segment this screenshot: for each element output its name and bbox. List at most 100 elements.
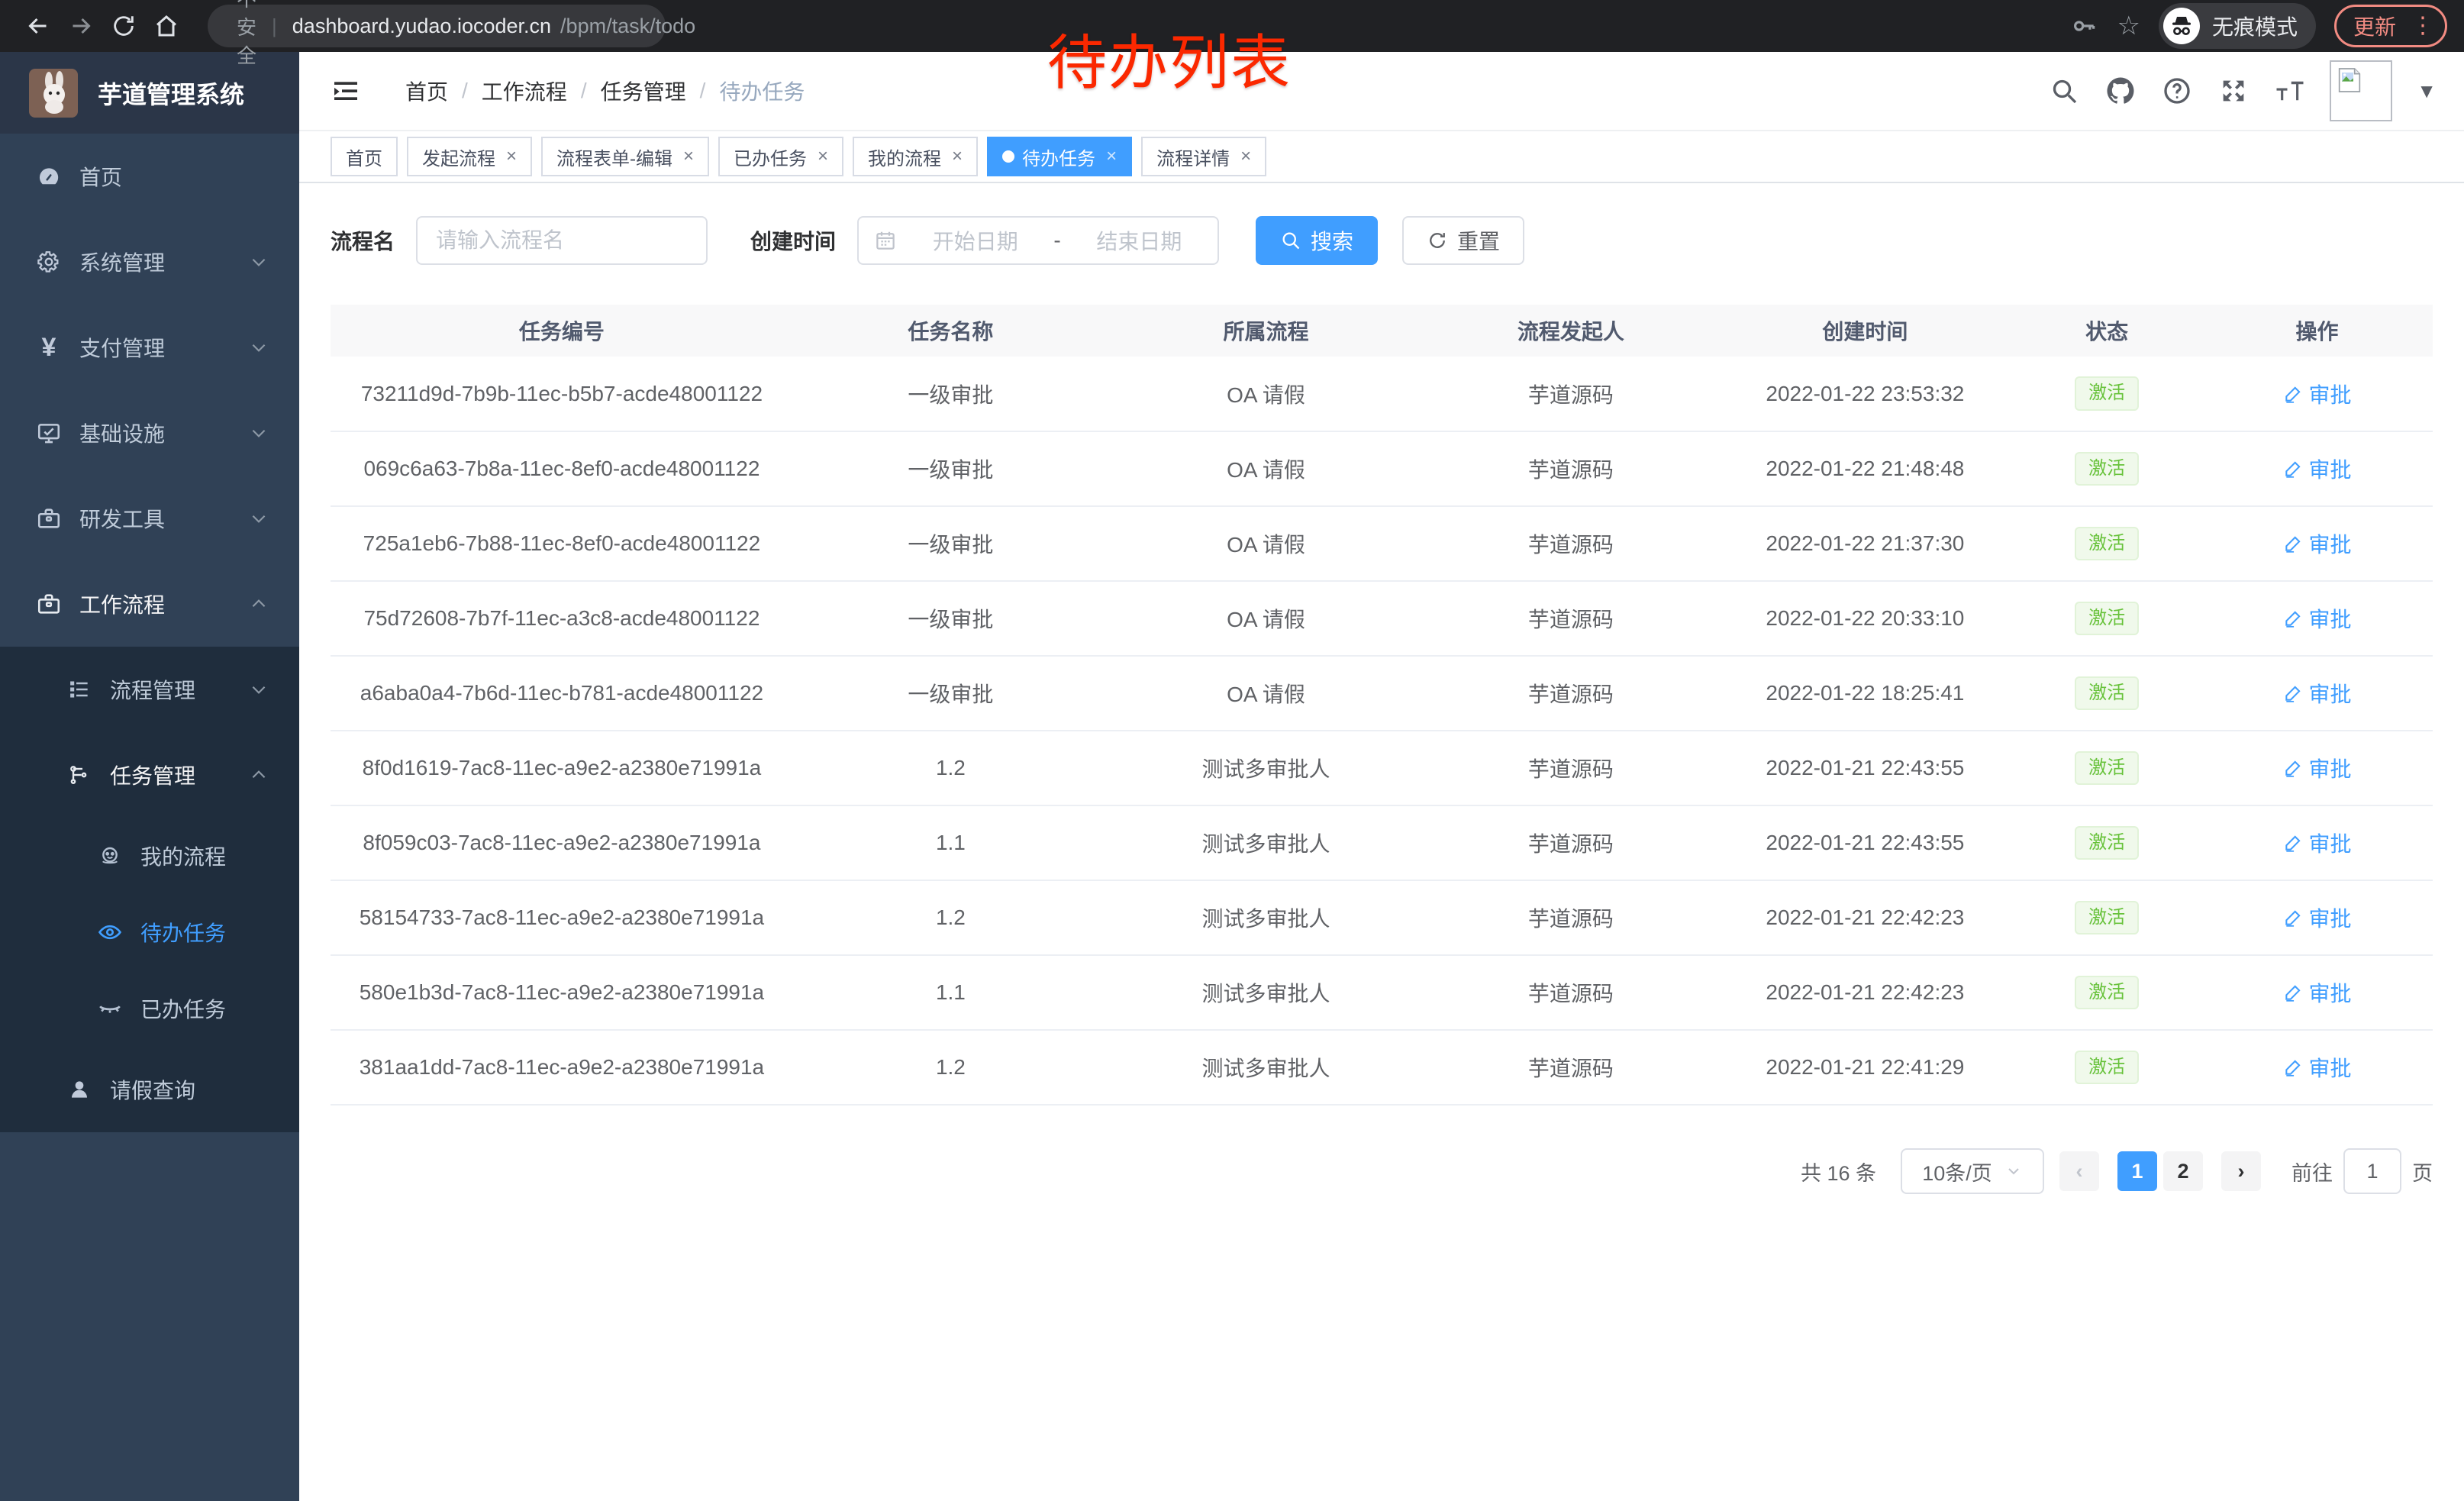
font-size-icon[interactable] (2273, 74, 2307, 108)
sidebar-item-payment[interactable]: ¥ 支付管理 (0, 305, 299, 390)
sidebar-item-home[interactable]: 首页 (0, 134, 299, 219)
avatar[interactable] (2330, 60, 2392, 121)
tab-已办任务[interactable]: 已办任务× (718, 137, 843, 176)
status-badge: 激活 (2075, 602, 2139, 636)
tab-label: 流程详情 (1156, 144, 1230, 170)
address-bar[interactable]: 不安全 | dashboard.yudao.iocoder.cn/bpm/tas… (208, 5, 666, 47)
tab-close-icon[interactable]: × (1106, 146, 1117, 167)
help-icon[interactable] (2160, 74, 2194, 108)
search-icon[interactable] (2047, 74, 2081, 108)
browser-update-button[interactable]: 更新 ⋮ (2334, 5, 2447, 47)
create-time-cell: 2022-01-21 22:43:55 (1718, 805, 2013, 880)
action-cell: 审批 (2201, 357, 2433, 431)
reset-button[interactable]: 重置 (1402, 216, 1524, 265)
approve-link[interactable]: 审批 (2283, 1052, 2352, 1083)
prev-page-button[interactable]: ‹ (2059, 1151, 2099, 1191)
action-cell: 审批 (2201, 731, 2433, 805)
chevron-down-icon (249, 679, 269, 699)
page-button-2[interactable]: 2 (2163, 1151, 2203, 1191)
tab-我的流程[interactable]: 我的流程× (853, 137, 978, 176)
password-key-icon[interactable] (2069, 11, 2098, 40)
process-name-input[interactable] (416, 216, 708, 265)
tab-发起流程[interactable]: 发起流程× (407, 137, 532, 176)
tab-首页[interactable]: 首页 (331, 137, 398, 176)
app-logo (29, 69, 78, 118)
sidebar-item-todo-tasks[interactable]: 待办任务 (0, 894, 299, 970)
action-cell: 审批 (2201, 1030, 2433, 1105)
browser-reload-icon[interactable] (102, 5, 145, 47)
sidebar-item-label: 系统管理 (79, 247, 165, 277)
page-size-select[interactable]: 10条/页 (1901, 1148, 2044, 1194)
process-cell: OA 请假 (1108, 431, 1424, 506)
task-id-cell: 381aa1dd-7ac8-11ec-a9e2-a2380e71991a (331, 1030, 793, 1105)
update-label[interactable]: 更新 (2353, 11, 2396, 41)
edit-pen-icon (2283, 459, 2303, 479)
sidebar-item-task-mgmt[interactable]: 任务管理 (0, 732, 299, 818)
next-page-button[interactable]: › (2221, 1151, 2261, 1191)
sidebar-item-done-tasks[interactable]: 已办任务 (0, 970, 299, 1047)
approve-link[interactable]: 审批 (2283, 379, 2352, 409)
sidebar-collapse-icon[interactable] (331, 76, 361, 106)
process-cell: OA 请假 (1108, 581, 1424, 656)
address-divider: | (272, 15, 277, 38)
browser-back-icon[interactable] (17, 5, 60, 47)
approve-link[interactable]: 审批 (2283, 454, 2352, 484)
sidebar-item-label: 工作流程 (79, 589, 165, 619)
tab-流程详情[interactable]: 流程详情 × (1141, 137, 1266, 176)
sidebar-item-infra[interactable]: 基础设施 (0, 390, 299, 476)
process-cell: 测试多审批人 (1108, 880, 1424, 955)
tab-close-icon[interactable]: × (952, 146, 963, 167)
task-name-cell: 一级审批 (793, 581, 1108, 656)
goto-page-input[interactable] (2343, 1148, 2401, 1194)
sidebar-item-label: 首页 (79, 161, 122, 192)
browser-menu-icon[interactable]: ⋮ (2411, 15, 2434, 37)
sidebar-item-workflow[interactable]: 工作流程 (0, 561, 299, 647)
date-range-picker[interactable]: 开始日期 - 结束日期 (857, 216, 1219, 265)
tab-待办任务[interactable]: 待办任务× (987, 137, 1132, 176)
table-row: 069c6a63-7b8a-11ec-8ef0-acde48001122一级审批… (331, 431, 2433, 506)
sidebar-item-process-mgmt[interactable]: 流程管理 (0, 647, 299, 732)
approve-label: 审批 (2309, 902, 2352, 933)
approve-link[interactable]: 审批 (2283, 603, 2352, 634)
approve-link[interactable]: 审批 (2283, 753, 2352, 783)
avatar-caret-icon[interactable]: ▼ (2417, 79, 2437, 103)
task-id-cell: 73211d9d-7b9b-11ec-b5b7-acde48001122 (331, 357, 793, 431)
approve-label: 审批 (2309, 1052, 2352, 1083)
sidebar-item-my-process[interactable]: 我的流程 (0, 818, 299, 894)
breadcrumb-item[interactable]: 工作流程 (482, 76, 567, 106)
edit-pen-icon (2283, 1057, 2303, 1077)
tab-close-icon[interactable]: × (1240, 146, 1251, 167)
gear-icon (34, 249, 64, 275)
approve-link[interactable]: 审批 (2283, 902, 2352, 933)
breadcrumb-item[interactable]: 首页 (405, 76, 448, 106)
browser-home-icon[interactable] (145, 5, 188, 47)
sidebar-item-system[interactable]: 系统管理 (0, 219, 299, 305)
breadcrumb-separator: / (581, 79, 587, 103)
edit-pen-icon (2283, 833, 2303, 853)
bookmark-star-icon[interactable]: ☆ (2117, 11, 2140, 41)
approve-link[interactable]: 审批 (2283, 528, 2352, 559)
sidebar-item-devtools[interactable]: 研发工具 (0, 476, 299, 561)
range-separator: - (1053, 228, 1060, 253)
status-cell: 激活 (2012, 656, 2201, 731)
tab-流程表单-编辑[interactable]: 流程表单-编辑× (541, 137, 709, 176)
approve-link[interactable]: 审批 (2283, 678, 2352, 709)
not-secure-label[interactable]: 不安全 (237, 0, 256, 69)
sidebar-item-label: 请假查询 (110, 1074, 195, 1105)
tab-close-icon[interactable]: × (818, 146, 828, 167)
approve-link[interactable]: 审批 (2283, 828, 2352, 858)
breadcrumb-item[interactable]: 任务管理 (601, 76, 686, 106)
github-icon[interactable] (2104, 74, 2137, 108)
fullscreen-icon[interactable] (2217, 74, 2250, 108)
search-button[interactable]: 搜索 (1256, 216, 1378, 265)
task-id-cell: 725a1eb6-7b88-11ec-8ef0-acde48001122 (331, 506, 793, 581)
tab-close-icon[interactable]: × (683, 146, 694, 167)
approve-link[interactable]: 审批 (2283, 977, 2352, 1008)
edit-pen-icon (2283, 908, 2303, 928)
browser-forward-icon[interactable] (60, 5, 102, 47)
status-badge: 激活 (2075, 751, 2139, 786)
table-row: 8f059c03-7ac8-11ec-a9e2-a2380e71991a1.1测… (331, 805, 2433, 880)
tab-close-icon[interactable]: × (506, 146, 517, 167)
page-button-1[interactable]: 1 (2117, 1151, 2157, 1191)
sidebar-item-leave-query[interactable]: 请假查询 (0, 1047, 299, 1132)
